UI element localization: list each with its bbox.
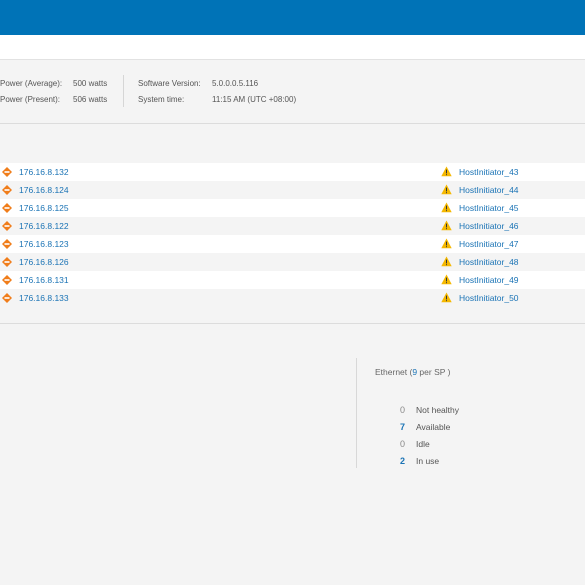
table-row: 176.16.8.124 HostInitiator_44 bbox=[0, 181, 585, 199]
warning-triangle-icon bbox=[441, 256, 452, 267]
orange-diamond-status-icon bbox=[2, 167, 12, 177]
host-initiator-link[interactable]: HostInitiator_45 bbox=[459, 203, 519, 213]
ethernet-title-suffix: per SP ) bbox=[417, 367, 451, 377]
power-average-label: Power (Average): bbox=[0, 79, 63, 88]
software-version-value: 5.0.0.0.5.116 bbox=[212, 79, 259, 88]
orange-diamond-status-icon bbox=[2, 239, 12, 249]
orange-diamond-status-icon bbox=[2, 293, 12, 303]
table-row: 176.16.8.122 HostInitiator_46 bbox=[0, 217, 585, 235]
host-initiator-link[interactable]: HostInitiator_49 bbox=[459, 275, 519, 285]
table-row: 176.16.8.123 HostInitiator_47 bbox=[0, 235, 585, 253]
ip-address-link[interactable]: 176.16.8.124 bbox=[19, 185, 69, 195]
ip-address-link[interactable]: 176.16.8.131 bbox=[19, 275, 69, 285]
ip-address-link[interactable]: 176.16.8.125 bbox=[19, 203, 69, 213]
stat-label: Available bbox=[416, 422, 451, 432]
orange-diamond-status-icon bbox=[2, 275, 12, 285]
stat-count: 0 bbox=[399, 439, 405, 449]
host-initiator-link[interactable]: HostInitiator_50 bbox=[459, 293, 519, 303]
software-version-label: Software Version: bbox=[138, 79, 201, 88]
orange-diamond-status-icon bbox=[2, 203, 12, 213]
system-time-value: 11:15 AM (UTC +08:00) bbox=[212, 95, 297, 104]
top-banner bbox=[0, 0, 585, 35]
stat-label: Not healthy bbox=[416, 405, 459, 415]
ethernet-title: Ethernet (9 per SP ) bbox=[375, 367, 450, 377]
warning-triangle-icon bbox=[441, 238, 452, 249]
ip-address-link[interactable]: 176.16.8.123 bbox=[19, 239, 69, 249]
warning-triangle-icon bbox=[441, 184, 452, 195]
info-divider bbox=[123, 75, 124, 107]
warning-triangle-icon bbox=[441, 274, 452, 285]
orange-diamond-status-icon bbox=[2, 221, 12, 231]
table-row: 176.16.8.125 HostInitiator_45 bbox=[0, 199, 585, 217]
warning-triangle-icon bbox=[441, 220, 452, 231]
host-initiator-link[interactable]: HostInitiator_46 bbox=[459, 221, 519, 231]
host-initiator-link[interactable]: HostInitiator_47 bbox=[459, 239, 519, 249]
section-divider bbox=[0, 323, 585, 324]
power-present-label: Power (Present): bbox=[0, 95, 61, 104]
stat-count[interactable]: 7 bbox=[393, 422, 405, 432]
orange-diamond-status-icon bbox=[2, 185, 12, 195]
host-initiator-link[interactable]: HostInitiator_43 bbox=[459, 167, 519, 177]
ip-address-link[interactable]: 176.16.8.132 bbox=[19, 167, 69, 177]
host-initiator-link[interactable]: HostInitiator_44 bbox=[459, 185, 519, 195]
orange-diamond-status-icon bbox=[2, 257, 12, 267]
host-initiator-list: 176.16.8.132 HostInitiator_43 176.16.8.124… bbox=[0, 163, 585, 307]
system-time-label: System time: bbox=[138, 95, 185, 104]
table-row: 176.16.8.133 HostInitiator_50 bbox=[0, 289, 585, 307]
table-row: 176.16.8.132 HostInitiator_43 bbox=[0, 163, 585, 181]
table-row: 176.16.8.131 HostInitiator_49 bbox=[0, 271, 585, 289]
stat-label: In use bbox=[416, 456, 440, 466]
stat-count: 0 bbox=[399, 405, 405, 415]
warning-triangle-icon bbox=[441, 166, 452, 177]
ip-address-link[interactable]: 176.16.8.122 bbox=[19, 221, 69, 231]
warning-triangle-icon bbox=[441, 202, 452, 213]
power-average-value: 500 watts bbox=[73, 79, 108, 88]
ip-address-link[interactable]: 176.16.8.133 bbox=[19, 293, 69, 303]
system-info-panel: Power (Average): 500 watts Power (Presen… bbox=[0, 60, 585, 124]
ip-address-link[interactable]: 176.16.8.126 bbox=[19, 257, 69, 267]
table-row: 176.16.8.126 HostInitiator_48 bbox=[0, 253, 585, 271]
power-present-value: 506 watts bbox=[73, 95, 108, 104]
warning-triangle-icon bbox=[441, 292, 452, 303]
toolbar-strip bbox=[0, 35, 585, 60]
stat-count[interactable]: 2 bbox=[393, 456, 405, 466]
host-initiator-link[interactable]: HostInitiator_48 bbox=[459, 257, 519, 267]
stat-label: Idle bbox=[416, 439, 430, 449]
ethernet-title-prefix: Ethernet ( bbox=[375, 367, 413, 377]
vertical-divider bbox=[356, 358, 357, 468]
